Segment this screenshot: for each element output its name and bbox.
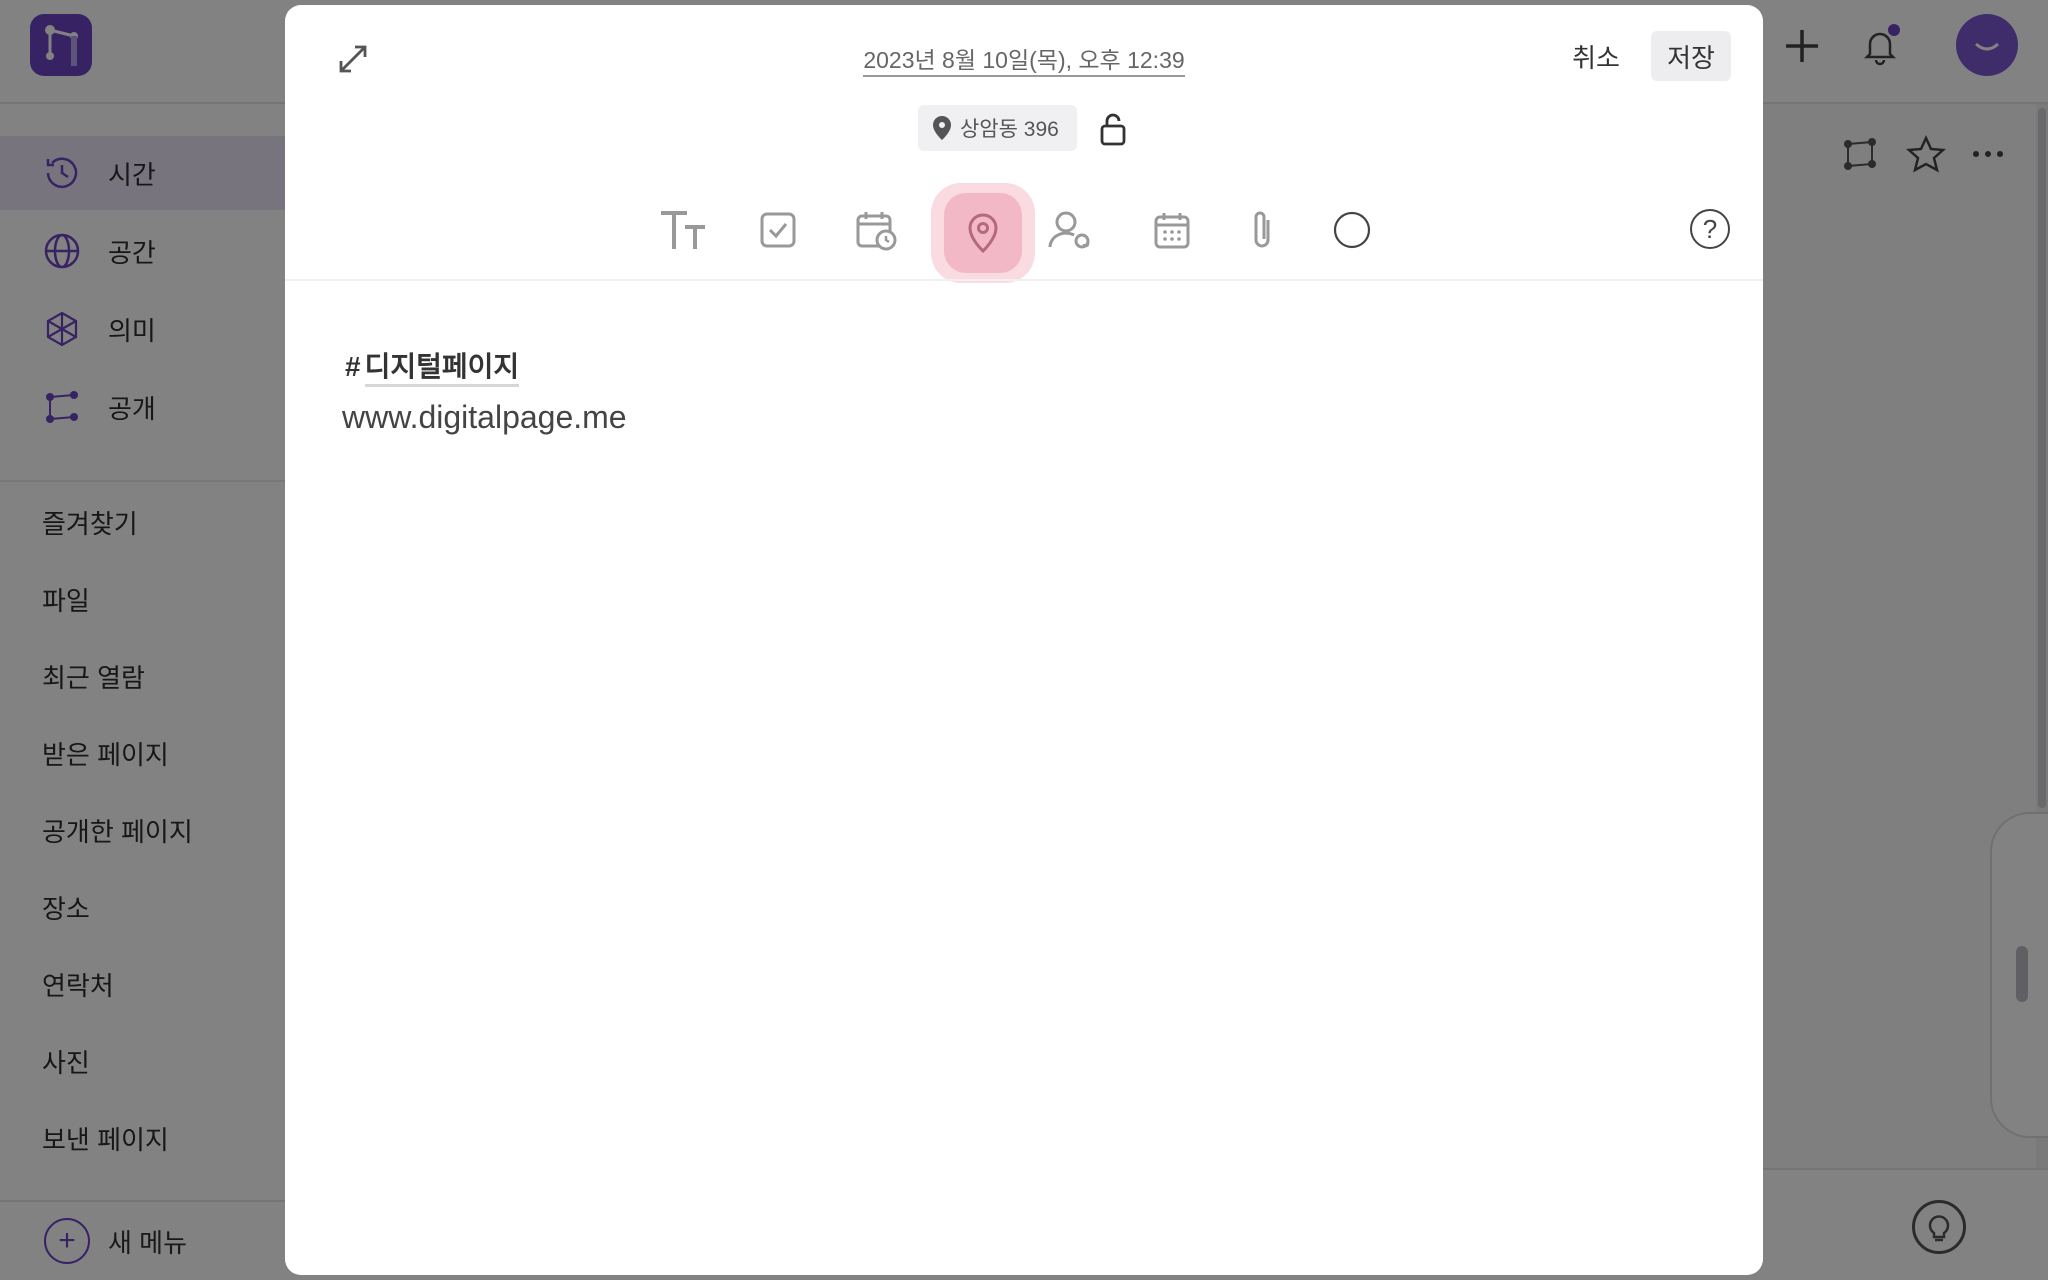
cancel-button[interactable]: 취소: [1561, 31, 1631, 81]
location-chip[interactable]: 상암동 396: [918, 105, 1077, 151]
hash-symbol: #: [345, 351, 361, 382]
paperclip-icon[interactable]: [1227, 195, 1297, 265]
page-date[interactable]: 2023년 8월 10일(목), 오후 12:39: [285, 41, 1763, 77]
location-tool-button[interactable]: [931, 183, 1035, 283]
checkbox-icon[interactable]: [743, 195, 813, 265]
page-date-text[interactable]: 2023년 8월 10일(목), 오후 12:39: [863, 47, 1185, 77]
location-pin-icon: [932, 115, 952, 141]
toolbar-divider: [285, 279, 1763, 281]
page-editor-modal: 2023년 8월 10일(목), 오후 12:39 취소 저장 상암동 396 …: [285, 5, 1763, 1275]
calendar-clock-icon[interactable]: [841, 195, 911, 265]
location-pin-icon: [944, 193, 1022, 273]
hashtag[interactable]: 디지털페이지: [364, 351, 520, 387]
calendar-icon[interactable]: [1137, 195, 1207, 265]
tag-line[interactable]: # 디지털페이지: [345, 345, 520, 387]
contact-icon[interactable]: [1035, 195, 1105, 265]
save-button[interactable]: 저장: [1651, 31, 1731, 81]
page-body-text[interactable]: www.digitalpage.me: [342, 399, 627, 436]
help-button[interactable]: ?: [1690, 209, 1730, 249]
text-size-icon[interactable]: [648, 195, 718, 265]
location-label: 상암동 396: [960, 118, 1059, 141]
unlock-icon[interactable]: [1095, 111, 1131, 147]
color-circle-icon[interactable]: [1317, 195, 1387, 265]
